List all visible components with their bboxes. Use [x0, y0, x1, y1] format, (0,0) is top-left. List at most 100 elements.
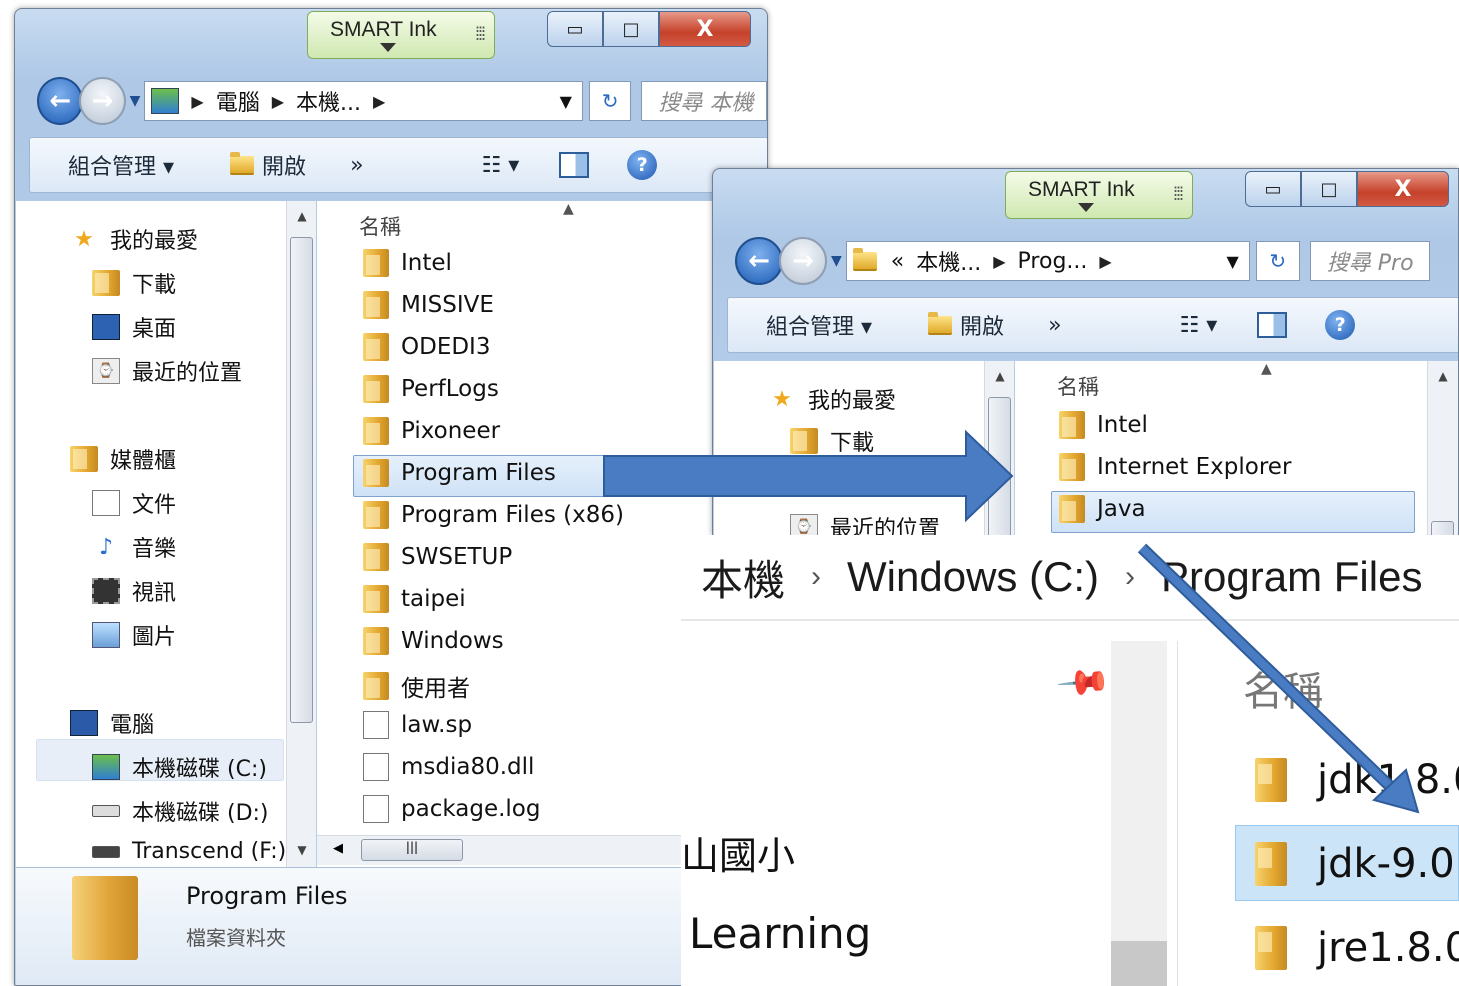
refresh-button[interactable]: ↻ — [1255, 241, 1300, 281]
address-dropdown-icon[interactable]: ▼ — [550, 92, 582, 111]
file-item[interactable]: Internet Explorer — [1059, 453, 1291, 481]
pin-icon[interactable]: 📌 — [1055, 654, 1113, 712]
nav-transcend[interactable]: Transcend (F:) — [92, 839, 286, 864]
file-item[interactable]: package.log — [363, 795, 540, 823]
scroll-thumb[interactable] — [290, 237, 313, 723]
file-item[interactable]: ODEDI3 — [363, 333, 490, 361]
smart-ink-toolbar[interactable]: SMART Ink ⁞⁞⁞ — [1005, 171, 1193, 219]
scroll-up-icon[interactable]: ▲ — [287, 209, 317, 223]
nav-pictures[interactable]: 圖片 — [92, 619, 176, 651]
smart-ink-toolbar[interactable]: SMART Ink ⁞⁞⁞ — [307, 11, 495, 59]
nav-drive-d[interactable]: 本機磁碟 (D:) — [92, 795, 269, 827]
pane-divider — [1177, 641, 1178, 986]
nav-scrollbar[interactable]: ▲ ▼ — [286, 201, 316, 867]
nav-favorites[interactable]: ★ 我的最愛 — [70, 223, 198, 255]
nav-computer[interactable]: 電腦 — [70, 707, 154, 739]
open-button[interactable]: 開啟 — [230, 149, 306, 181]
preview-pane-button[interactable] — [1257, 312, 1288, 338]
file-item[interactable]: Intel — [1059, 411, 1148, 439]
nav-scrollbar[interactable] — [1111, 641, 1167, 986]
breadcrumb-item[interactable]: Windows (C:) — [847, 553, 1099, 601]
nav-libraries[interactable]: 媒體櫃 — [70, 443, 176, 475]
address-overflow[interactable]: « — [891, 249, 904, 274]
file-item[interactable]: Program Files — [363, 459, 556, 487]
close-button[interactable]: X — [1357, 171, 1449, 207]
address-part[interactable]: 本機... — [296, 85, 361, 117]
minimize-button[interactable]: ▭ — [1245, 171, 1301, 207]
maximize-button[interactable]: □ — [603, 11, 659, 47]
file-item[interactable]: Windows — [363, 627, 504, 655]
back-button[interactable]: ← — [735, 237, 783, 285]
nav-downloads[interactable]: 下載 — [790, 425, 874, 457]
nav-favorites[interactable]: ★ 我的最愛 — [768, 383, 896, 415]
maximize-button[interactable]: □ — [1301, 171, 1357, 207]
file-item[interactable]: MISSIVE — [363, 291, 494, 319]
minimize-button[interactable]: ▭ — [547, 11, 603, 47]
scroll-down-icon[interactable]: ▼ — [287, 843, 317, 857]
open-button[interactable]: 開啟 — [928, 309, 1004, 341]
file-item[interactable]: Program Files (x86) — [363, 501, 624, 529]
scroll-up-icon[interactable]: ▲ — [985, 369, 1015, 383]
view-button[interactable]: ☷ ▾ — [1180, 313, 1218, 338]
file-item[interactable]: SWSETUP — [363, 543, 512, 571]
scroll-up-icon[interactable]: ▲ — [1428, 369, 1458, 383]
nav-recent[interactable]: ⌚ 最近的位置 — [92, 355, 242, 387]
breadcrumb-item[interactable]: Program Files — [1161, 553, 1422, 601]
file-item[interactable]: jre1.8.0 — [1255, 925, 1459, 971]
forward-button[interactable]: → — [79, 77, 126, 125]
file-scrollbar[interactable]: ▲ — [1427, 361, 1458, 535]
file-item[interactable]: Java — [1059, 495, 1146, 523]
more-button[interactable]: » — [350, 153, 363, 178]
address-part[interactable]: Prog... — [1018, 249, 1088, 274]
file-item[interactable]: PerfLogs — [363, 375, 499, 403]
column-header-name[interactable]: 名稱 — [359, 211, 401, 241]
column-header-name[interactable]: 名稱 — [1057, 371, 1099, 401]
nav-music[interactable]: ♪ 音樂 — [92, 531, 176, 563]
back-button[interactable]: ← — [37, 77, 84, 125]
help-button[interactable]: ? — [1325, 310, 1356, 340]
file-item[interactable]: jdk1.8.0 — [1255, 757, 1459, 803]
file-item[interactable]: taipei — [363, 585, 466, 613]
scroll-thumb[interactable] — [1431, 521, 1454, 535]
address-part[interactable]: 本機... — [916, 245, 981, 277]
more-button[interactable]: » — [1048, 313, 1061, 338]
h-scroll-thumb[interactable]: ||| — [361, 839, 463, 861]
address-bar[interactable]: « 本機... ▶ Prog... ▶ ▼ — [845, 241, 1250, 281]
organize-button[interactable]: 組合管理 ▾ — [766, 309, 872, 341]
nav-video[interactable]: 視訊 — [92, 575, 176, 607]
nav-item-label[interactable]: 山國小 — [681, 825, 795, 880]
file-item[interactable]: law.sp — [363, 711, 472, 739]
nav-documents[interactable]: 文件 — [92, 487, 176, 519]
search-input[interactable]: 搜尋 本機 — [641, 81, 767, 121]
history-dropdown-icon[interactable]: ▼ — [831, 253, 842, 269]
organize-button[interactable]: 組合管理 ▾ — [68, 149, 174, 181]
scroll-left-icon[interactable]: ◀ — [333, 841, 343, 856]
file-item[interactable]: Intel — [363, 249, 452, 277]
column-header-name[interactable]: 名稱 — [1243, 659, 1323, 717]
nav-scrollbar[interactable]: ▲ — [984, 361, 1015, 535]
file-item[interactable]: 使用者 — [363, 669, 470, 703]
nav-drive-c[interactable]: 本機磁碟 (C:) — [92, 751, 267, 783]
file-item[interactable]: Pixoneer — [363, 417, 500, 445]
nav-recent[interactable]: ⌚ 最近的位置 — [790, 511, 940, 535]
nav-desktop[interactable]: 桌面 — [92, 311, 176, 343]
nav-label: 本機磁碟 (C:) — [132, 757, 267, 782]
search-input[interactable]: 搜尋 Pro — [1309, 241, 1430, 281]
help-button[interactable]: ? — [627, 150, 658, 180]
file-item[interactable]: jdk-9.0. — [1255, 841, 1459, 887]
scroll-thumb[interactable] — [1111, 941, 1167, 986]
file-item[interactable]: msdia80.dll — [363, 753, 534, 781]
address-part[interactable]: 電腦 — [216, 85, 260, 117]
refresh-button[interactable]: ↻ — [588, 81, 632, 121]
nav-item-label[interactable]: Learning — [689, 909, 871, 958]
address-bar[interactable]: ▶ 電腦 ▶ 本機... ▶ ▼ — [144, 81, 583, 121]
close-button[interactable]: X — [659, 11, 751, 47]
preview-pane-button[interactable] — [559, 152, 590, 178]
forward-button[interactable]: → — [779, 237, 827, 285]
scroll-thumb[interactable] — [988, 397, 1011, 535]
history-dropdown-icon[interactable]: ▼ — [130, 93, 141, 109]
address-dropdown-icon[interactable]: ▼ — [1216, 252, 1248, 271]
breadcrumb-item[interactable]: 本機 — [701, 547, 785, 608]
view-button[interactable]: ☷ ▾ — [482, 153, 520, 178]
nav-downloads[interactable]: 下載 — [92, 267, 176, 299]
